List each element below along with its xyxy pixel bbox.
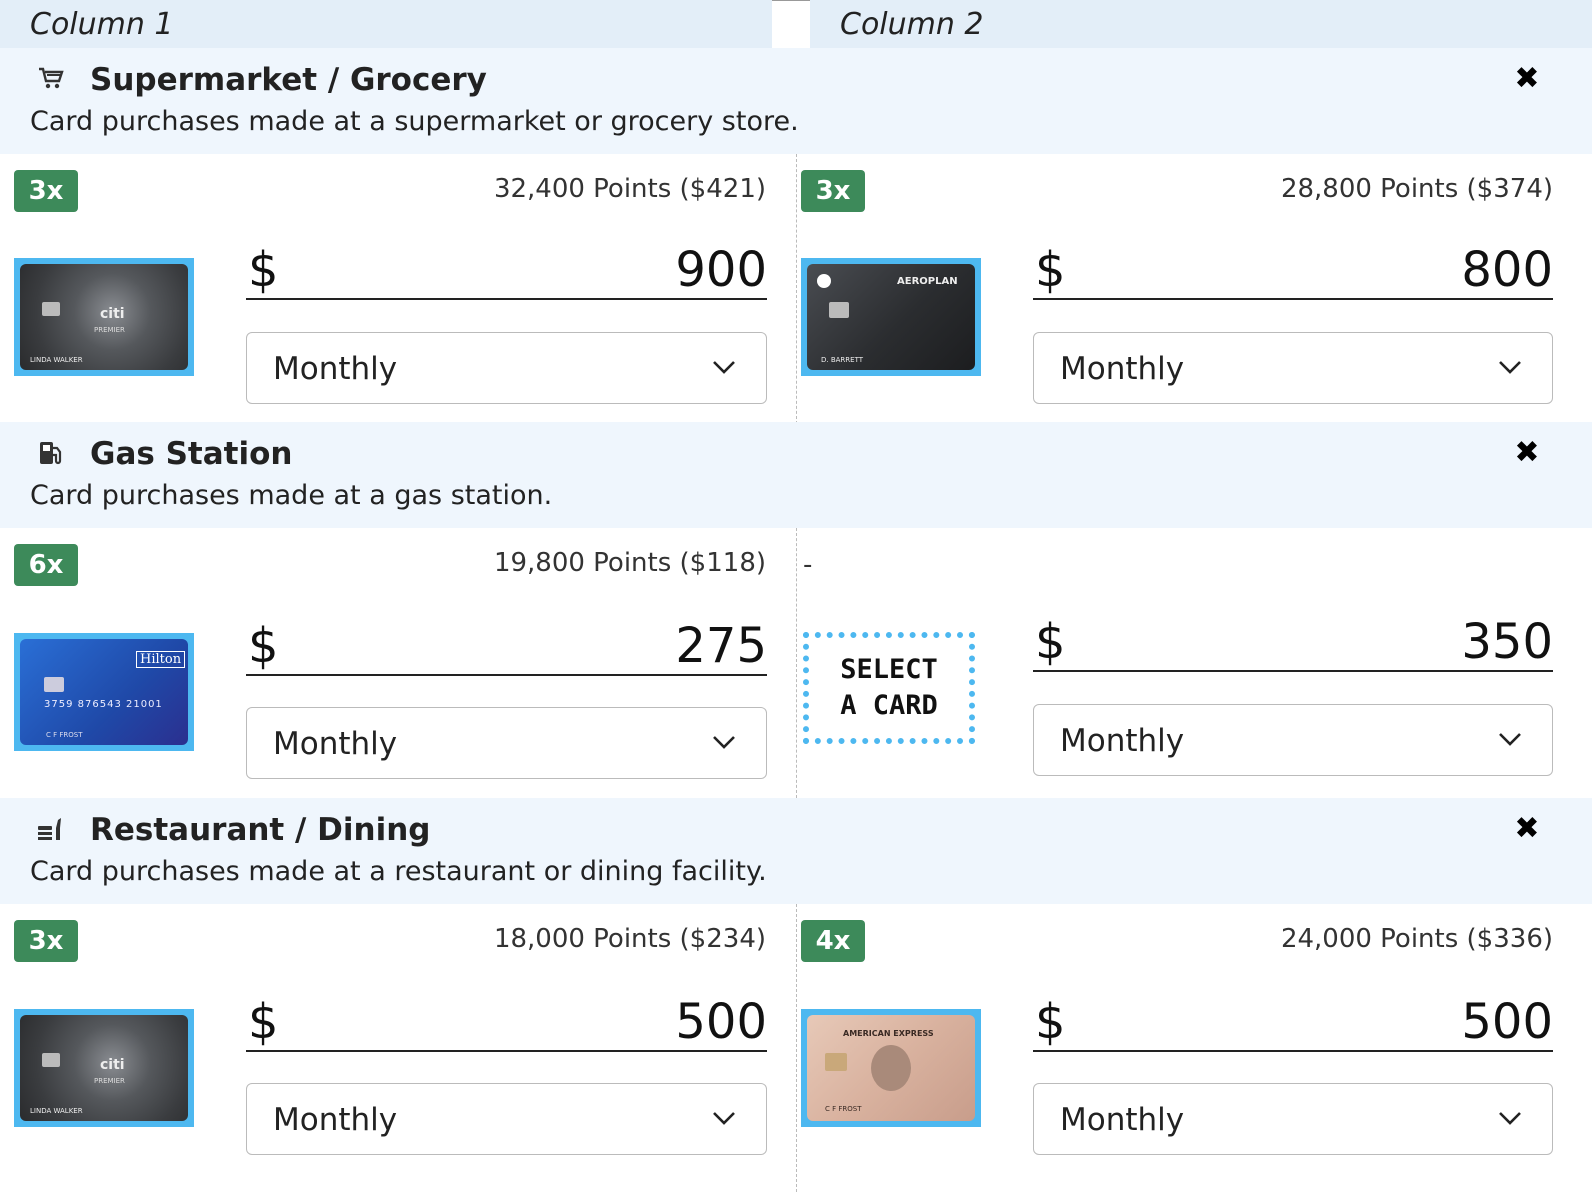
multiplier-badge: 4x — [801, 920, 865, 962]
remove-category-button[interactable]: ✖ — [1510, 812, 1544, 846]
column-2-header: Column 2 — [810, 0, 1592, 48]
points-total: 28,800 Points ($374) — [1280, 174, 1553, 204]
amount-input[interactable]: $ 275 — [246, 618, 767, 676]
column-divider — [796, 904, 797, 1192]
chevron-down-icon — [713, 736, 735, 749]
cart-icon — [39, 67, 64, 89]
chevron-down-icon — [713, 1112, 735, 1125]
multiplier-badge: 3x — [14, 920, 78, 962]
remove-category-button[interactable]: ✖ — [1510, 62, 1544, 96]
frequency-select[interactable]: Monthly — [246, 1083, 767, 1155]
category-body-gas-station: 6x 19,800 Points ($118) Hilton 3759 8765… — [0, 528, 1592, 798]
category-header-restaurant: Restaurant / Dining Card purchases made … — [0, 798, 1592, 904]
category-header-gas-station: Gas Station Card purchases made at a gas… — [0, 422, 1592, 528]
gas-pump-icon — [40, 442, 62, 465]
frequency-select[interactable]: Monthly — [1033, 1083, 1553, 1155]
amount-input[interactable]: $ 350 — [1033, 614, 1553, 672]
chevron-down-icon — [1499, 361, 1521, 374]
amount-input[interactable]: $ 900 — [246, 242, 767, 300]
frequency-select[interactable]: Monthly — [1033, 332, 1553, 404]
remove-category-button[interactable]: ✖ — [1510, 436, 1544, 470]
category-body-restaurant: 3x 18,000 Points ($234) citi PREMIER LIN… — [0, 904, 1592, 1192]
hilton-honors-card[interactable]: Hilton 3759 876543 21001 C F FROST — [14, 633, 194, 751]
points-total: 24,000 Points ($336) — [1280, 924, 1553, 954]
chevron-down-icon — [1499, 733, 1521, 746]
category-body-supermarket: 3x 32,400 Points ($421) citi PREMIER LIN… — [0, 154, 1592, 424]
points-total: 18,000 Points ($234) — [493, 924, 766, 954]
multiplier-badge: 6x — [14, 544, 78, 586]
column-1-header: Column 1 — [0, 0, 772, 48]
category-description: Card purchases made at a restaurant or d… — [30, 856, 767, 887]
frequency-select[interactable]: Monthly — [246, 707, 767, 779]
amount-input[interactable]: $ 500 — [1033, 994, 1553, 1052]
utensils-icon — [38, 818, 61, 840]
amount-input[interactable]: $ 500 — [246, 994, 767, 1052]
points-total: 32,400 Points ($421) — [493, 174, 766, 204]
citi-premier-card[interactable]: citi PREMIER LINDA WALKER — [14, 258, 194, 376]
frequency-select[interactable]: Monthly — [246, 332, 767, 404]
multiplier-badge: 3x — [801, 170, 865, 212]
category-description: Card purchases made at a supermarket or … — [30, 106, 799, 137]
category-title: Supermarket / Grocery — [90, 62, 487, 98]
column-divider — [796, 528, 797, 798]
category-description: Card purchases made at a gas station. — [30, 480, 553, 511]
points-total: - — [803, 550, 813, 580]
category-title: Gas Station — [90, 436, 293, 472]
chevron-down-icon — [1499, 1112, 1521, 1125]
category-title: Restaurant / Dining — [90, 812, 431, 848]
citi-premier-card[interactable]: citi PREMIER LINDA WALKER — [14, 1009, 194, 1127]
amex-gold-card[interactable]: AMERICAN EXPRESS C F FROST — [801, 1009, 981, 1127]
frequency-select[interactable]: Monthly — [1033, 704, 1553, 776]
select-card-button[interactable]: SELECT A CARD — [803, 632, 975, 744]
points-total: 19,800 Points ($118) — [493, 548, 766, 578]
category-header-supermarket: Supermarket / Grocery Card purchases mad… — [0, 48, 1592, 154]
amount-input[interactable]: $ 800 — [1033, 242, 1553, 300]
column-divider — [796, 154, 797, 424]
chevron-down-icon — [713, 361, 735, 374]
multiplier-badge: 3x — [14, 170, 78, 212]
aeroplan-card[interactable]: AEROPLAN D. BARRETT — [801, 258, 981, 376]
